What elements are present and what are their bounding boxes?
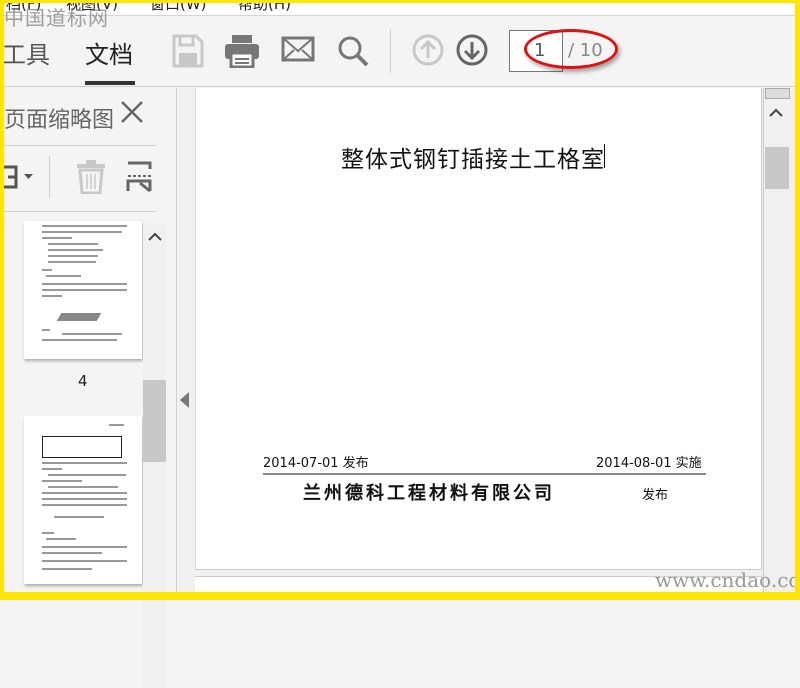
- divider: [263, 473, 706, 475]
- scroll-up-icon[interactable]: [769, 108, 783, 118]
- frame-border-top: [0, 0, 800, 3]
- thumbnail-sidebar: 页面缩略图 4: [0, 88, 177, 688]
- publish-date: 2014-07-01 发布: [263, 456, 369, 471]
- print-icon[interactable]: [224, 34, 260, 68]
- tab-document[interactable]: 文档: [85, 35, 133, 70]
- scrollbar-top-button[interactable]: [765, 88, 790, 99]
- email-icon[interactable]: [281, 34, 315, 64]
- watermark-logo: 中国道标网: [4, 6, 109, 30]
- sidebar-title: 页面缩略图: [4, 108, 115, 133]
- publisher-name: 兰州德科工程材料有限公司: [303, 483, 555, 504]
- publisher-suffix: 发布: [642, 488, 669, 503]
- toolbar: 工具 文档 1 / 10: [0, 17, 800, 87]
- save-icon[interactable]: [172, 34, 204, 68]
- document-title: 整体式钢钉插接土工格室: [341, 147, 605, 173]
- watermark-url: www.cndao.com: [655, 568, 800, 592]
- thumbnail-page-4[interactable]: [24, 221, 142, 359]
- divider: [4, 211, 156, 212]
- divider: [4, 145, 156, 146]
- close-icon[interactable]: [120, 100, 144, 124]
- page-up-icon[interactable]: [412, 34, 444, 66]
- collapse-sidebar-icon[interactable]: [180, 392, 189, 408]
- text-cursor: [604, 144, 605, 168]
- scroll-up-icon[interactable]: [148, 232, 162, 242]
- thumbnail-options-icon[interactable]: [4, 164, 36, 190]
- toolbar-divider: [390, 29, 391, 73]
- document-page: 整体式钢钉插接土工格室 2014-07-01 发布 2014-08-01 实施 …: [195, 88, 762, 570]
- extract-page-icon[interactable]: [126, 161, 154, 193]
- divider: [49, 156, 50, 198]
- active-tab-indicator: [85, 81, 135, 85]
- document-scrollbar-thumb[interactable]: [765, 147, 789, 189]
- thumbnail-scrollbar-thumb[interactable]: [143, 380, 166, 462]
- frame-border-left: [0, 0, 4, 600]
- tab-tools[interactable]: 工具: [2, 35, 50, 70]
- frame-border-right: [795, 0, 800, 600]
- implement-date: 2014-08-01 实施: [596, 456, 702, 471]
- trash-icon[interactable]: [76, 160, 106, 194]
- frame-border-bottom: [0, 592, 800, 600]
- annotation-ellipse: [524, 29, 618, 69]
- page-down-icon[interactable]: [456, 34, 488, 66]
- search-icon[interactable]: [336, 34, 370, 68]
- thumbnail-label: 4: [78, 372, 88, 390]
- thumbnail-page-5[interactable]: [24, 416, 142, 584]
